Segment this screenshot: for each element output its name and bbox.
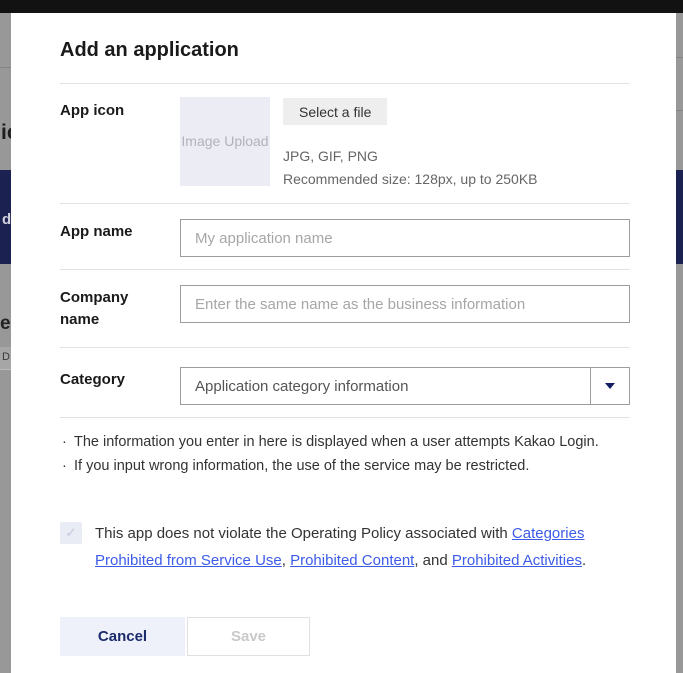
- backdrop-banner: [676, 170, 683, 264]
- link-prohibited-content[interactable]: Prohibited Content: [290, 552, 414, 569]
- policy-checkbox[interactable]: ✓: [60, 522, 82, 544]
- company-name-label: Company name: [60, 285, 160, 331]
- backdrop-banner-fragment: d: [2, 211, 11, 228]
- chevron-down-icon: [605, 383, 615, 389]
- policy-agreement-row: ✓ This app does not violate the Operatin…: [60, 520, 630, 574]
- category-row: Category Application category informatio…: [60, 348, 630, 417]
- app-icon-label: App icon: [60, 97, 160, 191]
- backdrop-divider: [676, 110, 683, 111]
- company-name-input[interactable]: [180, 285, 630, 323]
- backdrop-row-text-fragment: D: [2, 351, 10, 363]
- file-recommendation-text: Recommended size: 128px, up to 250KB: [283, 168, 538, 191]
- bullet-icon: ·: [62, 454, 74, 478]
- app-icon-side: Select a file JPG, GIF, PNG Recommended …: [283, 97, 538, 191]
- company-name-field-wrap: [180, 285, 630, 331]
- category-select-arrow-cell[interactable]: [590, 368, 629, 404]
- dialog-actions: Cancel Save: [60, 617, 630, 656]
- dialog-title: Add an application: [60, 38, 630, 62]
- app-name-row: App name: [60, 204, 630, 269]
- note-text: The information you enter in here is dis…: [74, 430, 599, 454]
- add-application-dialog: Add an application App icon Image Upload…: [11, 13, 676, 673]
- save-button[interactable]: Save: [187, 617, 310, 656]
- app-name-field-wrap: [180, 219, 630, 257]
- category-label: Category: [60, 367, 160, 405]
- category-field-wrap: Application category information: [180, 367, 630, 405]
- check-icon: ✓: [66, 525, 77, 541]
- app-name-label: App name: [60, 219, 160, 257]
- policy-period: .: [582, 552, 586, 569]
- policy-text: This app does not violate the Operating …: [95, 520, 622, 574]
- backdrop-text-fragment: es: [0, 313, 11, 335]
- category-select-value: Application category information: [181, 378, 590, 395]
- note-item: · The information you enter in here is d…: [62, 430, 630, 454]
- policy-separator: ,: [282, 552, 290, 569]
- policy-text-before: This app does not violate the Operating …: [95, 525, 512, 542]
- file-hints: JPG, GIF, PNG Recommended size: 128px, u…: [283, 145, 538, 191]
- browser-top-bar: [0, 0, 683, 13]
- backdrop-divider: [0, 67, 11, 68]
- backdrop-divider: [676, 57, 683, 58]
- bullet-icon: ·: [62, 430, 74, 454]
- backdrop-left-strip: ic d es D: [0, 13, 11, 673]
- category-select[interactable]: Application category information: [180, 367, 630, 405]
- app-icon-row: App icon Image Upload Select a file JPG,…: [60, 84, 630, 203]
- note-item: · If you input wrong information, the us…: [62, 454, 630, 478]
- image-upload-dropzone[interactable]: Image Upload: [180, 97, 270, 186]
- file-formats-text: JPG, GIF, PNG: [283, 145, 538, 168]
- divider: [60, 417, 630, 418]
- company-name-row: Company name: [60, 270, 630, 347]
- app-name-input[interactable]: [180, 219, 630, 257]
- cancel-button[interactable]: Cancel: [60, 617, 185, 656]
- link-prohibited-activities[interactable]: Prohibited Activities: [452, 552, 582, 569]
- note-text: If you input wrong information, the use …: [74, 454, 529, 478]
- backdrop-right-strip: [676, 13, 683, 673]
- select-file-button[interactable]: Select a file: [283, 98, 387, 125]
- policy-separator: , and: [414, 552, 452, 569]
- notes-list: · The information you enter in here is d…: [60, 430, 630, 478]
- backdrop-heading-fragment: ic: [1, 121, 11, 145]
